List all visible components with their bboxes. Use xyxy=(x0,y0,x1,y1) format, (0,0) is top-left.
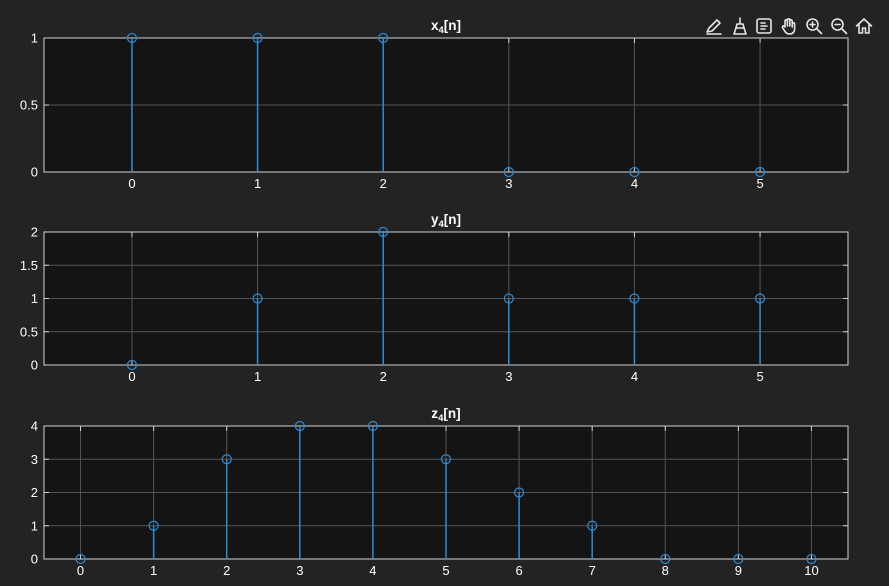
subplot-title: z4[n] xyxy=(431,406,460,424)
x-tick-label: 4 xyxy=(631,176,638,191)
y-tick-label: 1 xyxy=(31,31,38,46)
y-tick-label: 4 xyxy=(31,419,38,434)
y-tick-label: 1.5 xyxy=(20,258,38,273)
pan-hand-icon[interactable] xyxy=(777,14,800,37)
zoom-out-icon[interactable] xyxy=(827,14,850,37)
x-tick-label: 9 xyxy=(735,563,742,578)
y-tick-label: 0 xyxy=(31,552,38,567)
x-tick-label: 2 xyxy=(223,563,230,578)
x-tick-label: 5 xyxy=(756,369,763,384)
subplot-title: y4[n] xyxy=(431,212,461,230)
edit-brush-icon[interactable] xyxy=(702,14,725,37)
y-tick-label: 2 xyxy=(31,485,38,500)
home-icon[interactable] xyxy=(852,14,875,37)
y-tick-label: 1 xyxy=(31,518,38,533)
data-tips-icon[interactable] xyxy=(752,14,775,37)
x-tick-label: 0 xyxy=(128,176,135,191)
subplot-2: 0 1 2 3 4 5 0 0.5 1 1.5 2 y4[n] xyxy=(20,212,849,384)
x-tick-label: 2 xyxy=(380,369,387,384)
x-tick-label: 5 xyxy=(442,563,449,578)
x-tick-label: 4 xyxy=(631,369,638,384)
x-tick-label: 3 xyxy=(505,369,512,384)
x-tick-label: 4 xyxy=(369,563,376,578)
subplot-1: 0 1 2 3 4 5 0 0.5 1 x4[n] xyxy=(20,18,849,191)
y-tick-label: 0 xyxy=(31,165,38,180)
x-tick-label: 10 xyxy=(804,563,818,578)
subplot-title: x4[n] xyxy=(431,18,461,36)
x-tick-label: 3 xyxy=(505,176,512,191)
zoom-in-icon[interactable] xyxy=(802,14,825,37)
y-tick-label: 1 xyxy=(31,291,38,306)
y-tick-label: 0.5 xyxy=(20,98,38,113)
y-tick-label: 0.5 xyxy=(20,324,38,339)
x-tick-label: 0 xyxy=(128,369,135,384)
figure-canvas: 0 1 2 3 4 5 0 0.5 1 x4[n] 0 1 2 3 4 5 0 0.5 1 1.5 2 y4[n] 0 1 2 3… xyxy=(20,18,849,578)
x-tick-label: 1 xyxy=(254,176,261,191)
y-tick-label: 3 xyxy=(31,452,38,467)
x-tick-label: 0 xyxy=(77,563,84,578)
x-tick-label: 1 xyxy=(254,369,261,384)
x-tick-label: 5 xyxy=(756,176,763,191)
x-tick-label: 1 xyxy=(150,563,157,578)
y-tick-label: 2 xyxy=(31,225,38,240)
figure-toolbar xyxy=(702,14,875,37)
data-brush-icon[interactable] xyxy=(727,14,750,37)
x-tick-label: 3 xyxy=(296,563,303,578)
subplot-3: 0 1 2 3 4 5 6 7 8 9 10 0 1 2 3 4 z4[n] xyxy=(31,406,849,578)
y-tick-label: 0 xyxy=(31,358,38,373)
x-tick-label: 6 xyxy=(515,563,522,578)
x-tick-label: 8 xyxy=(662,563,669,578)
x-tick-label: 7 xyxy=(589,563,596,578)
x-tick-label: 2 xyxy=(380,176,387,191)
